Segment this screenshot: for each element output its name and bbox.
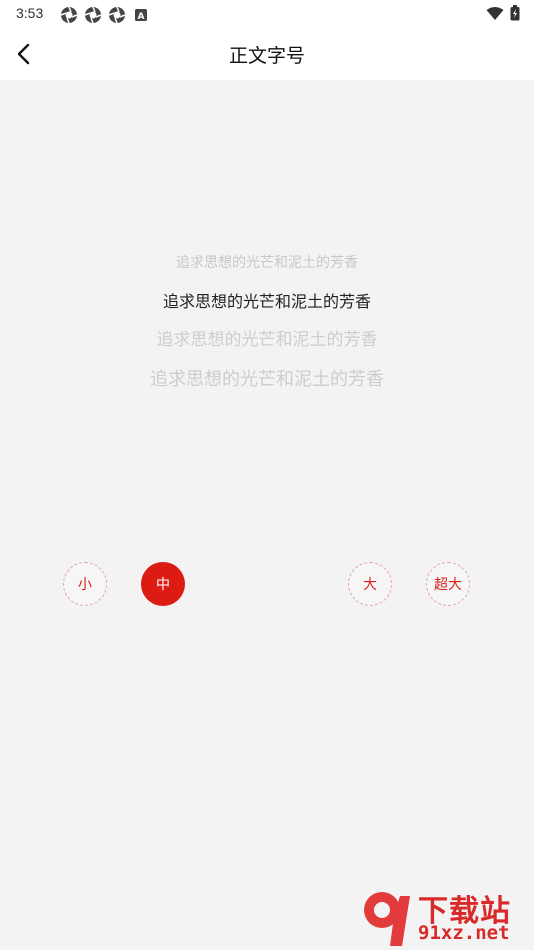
app-bar: 正文字号 <box>0 28 534 80</box>
notification-icons: A <box>60 6 150 24</box>
preview-text-small: 追求思想的光芒和泥土的芳香 <box>176 255 358 271</box>
size-option-medium[interactable]: 中 <box>141 562 185 606</box>
status-bar: 3:53 A <box>0 0 534 28</box>
status-time: 3:53 <box>16 5 44 21</box>
font-size-preview: 追求思想的光芒和泥土的芳香 追求思想的光芒和泥土的芳香 追求思想的光芒和泥土的芳… <box>0 256 534 389</box>
camera-shutter-icon <box>108 6 126 24</box>
system-icons <box>486 5 520 25</box>
keyboard-a-icon: A <box>132 6 150 24</box>
preview-text-medium: 追求思想的光芒和泥土的芳香 <box>162 292 371 311</box>
size-option-xlarge[interactable]: 超大 <box>426 562 470 606</box>
watermark-url: 91xz.net <box>418 922 510 944</box>
size-option-small[interactable]: 小 <box>63 562 107 606</box>
wifi-icon <box>486 6 504 25</box>
camera-shutter-icon <box>60 6 78 24</box>
page-title: 正文字号 <box>228 45 305 67</box>
watermark-logo-icon <box>364 892 410 946</box>
size-option-large[interactable]: 大 <box>348 562 392 606</box>
watermark: 下载站 91xz.net <box>358 886 534 950</box>
camera-shutter-icon <box>84 6 102 24</box>
preview-text-large: 追求思想的光芒和泥土的芳香 <box>156 330 378 350</box>
preview-text-xlarge: 追求思想的光芒和泥土的芳香 <box>150 369 384 390</box>
svg-text:A: A <box>138 12 145 22</box>
battery-icon <box>510 5 520 25</box>
